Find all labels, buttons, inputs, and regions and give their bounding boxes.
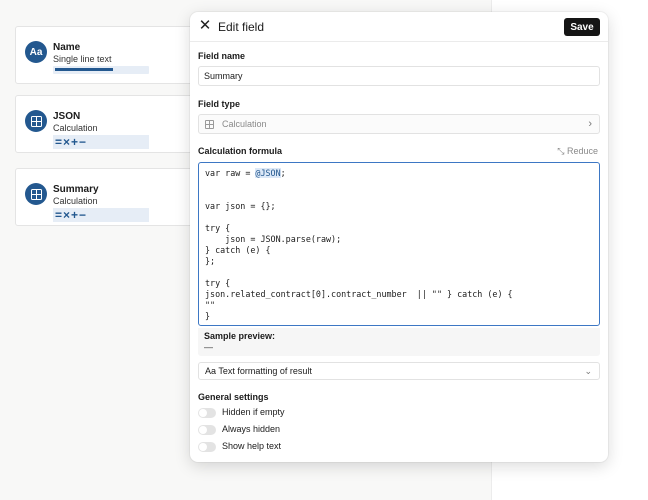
- reduce-label: Reduce: [566, 146, 598, 156]
- formula-line: } catch (e) {: [205, 245, 271, 255]
- modal-header: ✕ Edit field Save: [190, 12, 608, 42]
- field-card-json[interactable]: JSON Calculation =×+−: [15, 95, 205, 153]
- general-settings-label: General settings: [198, 392, 269, 402]
- field-card-preview-bar: [53, 66, 149, 74]
- formula-editor[interactable]: var raw = @JSON; var json = {}; try { json…: [198, 162, 600, 326]
- field-name-input[interactable]: Summary: [198, 66, 600, 86]
- toggle-label: Always hidden: [222, 424, 281, 434]
- save-button[interactable]: Save: [564, 18, 600, 36]
- field-name-label: Field name: [198, 51, 246, 61]
- formula-line: [205, 267, 593, 278]
- reduce-button[interactable]: ⤡ Reduce: [557, 146, 598, 157]
- formula-line: [205, 179, 593, 190]
- calculation-icon: [25, 110, 47, 132]
- formula-line: [205, 190, 593, 201]
- formula-label: Calculation formula: [198, 146, 283, 156]
- formula-line: var json = {};: [205, 201, 276, 211]
- field-type-value: Calculation: [222, 119, 267, 129]
- modal-title: Edit field: [218, 20, 265, 34]
- field-card-title: Name: [53, 42, 81, 53]
- text-formatting-label: Aa Text formatting of result: [205, 366, 312, 376]
- chevron-right-icon: ›: [588, 118, 592, 130]
- formula-line: json = JSON.parse(raw);: [205, 234, 342, 244]
- formula-line: try {: [205, 223, 231, 233]
- formula-line: };: [205, 256, 216, 266]
- formula-line: "": [205, 300, 216, 310]
- text-aa-icon: Aa: [25, 41, 47, 63]
- formula-line: }: [205, 311, 211, 321]
- field-card-preview-ops: =×+−: [53, 208, 149, 222]
- field-type-select[interactable]: Calculation ›: [198, 114, 600, 134]
- edit-field-modal: ✕ Edit field Save Field name Summary Fie…: [190, 12, 608, 462]
- calculation-icon: [25, 183, 47, 205]
- chevron-down-icon: ⌄: [584, 366, 592, 376]
- field-card-title: JSON: [53, 111, 81, 122]
- sample-preview: Sample preview: —: [198, 328, 600, 356]
- toggle-switch[interactable]: [198, 408, 216, 418]
- formula-line: [205, 212, 593, 223]
- calculation-icon: [205, 120, 214, 129]
- field-card-title: Summary: [53, 184, 99, 195]
- toggle-switch[interactable]: [198, 442, 216, 452]
- formula-line: try {: [205, 278, 231, 288]
- field-card-type: Single line text: [53, 54, 112, 64]
- formula-line: var raw = @JSON;: [205, 168, 286, 178]
- field-card-summary[interactable]: Summary Calculation =×+−: [15, 168, 205, 226]
- toggle-label: Hidden if empty: [222, 407, 285, 417]
- toggle-label: Show help text: [222, 441, 282, 451]
- formula-token: @JSON: [255, 168, 281, 178]
- field-card-type: Calculation: [53, 123, 98, 133]
- field-card-preview-ops: =×+−: [53, 135, 149, 149]
- field-card-name[interactable]: Aa Name Single line text: [15, 26, 205, 84]
- field-card-type: Calculation: [53, 196, 98, 206]
- close-icon[interactable]: ✕: [198, 18, 212, 33]
- field-type-label: Field type: [198, 99, 241, 109]
- toggle-switch[interactable]: [198, 425, 216, 435]
- sample-preview-value: —: [204, 342, 213, 352]
- collapse-icon: ⤡: [557, 146, 567, 156]
- sample-preview-label: Sample preview:: [204, 331, 276, 341]
- text-formatting-select[interactable]: Aa Text formatting of result ⌄: [198, 362, 600, 380]
- formula-line: json.related_contract[0].contract_number…: [205, 289, 513, 299]
